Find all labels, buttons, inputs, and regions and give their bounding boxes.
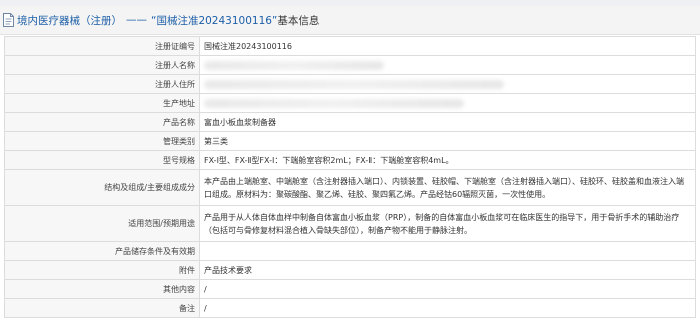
table-row: 产品储存条件及有效期 [4, 241, 696, 261]
table-row: 生产地址 [4, 93, 696, 113]
row-label-other: 其他内容 [4, 279, 200, 299]
row-label-registrant-address: 注册人住所 [4, 74, 200, 94]
table-row: 注册证编号 国械注准20243100116 [4, 36, 696, 56]
info-table: 注册证编号 国械注准20243100116 注册人名称 注册人住所 生产地址 产… [4, 36, 696, 318]
row-value-remarks: / [199, 298, 696, 318]
table-row: 附件 产品技术要求 [4, 260, 696, 280]
redacted-text [204, 79, 504, 89]
row-label-model-spec: 型号规格 [4, 150, 200, 170]
header-dash: —— [126, 14, 147, 26]
table-row: 产品名称 富血小板血浆制备器 [4, 112, 696, 132]
row-label-management-class: 管理类别 [4, 131, 200, 151]
row-value-registrant-address [199, 74, 696, 94]
row-label-remarks: 备注 [4, 298, 200, 318]
row-label-production-address: 生产地址 [4, 93, 200, 113]
table-row: 注册人住所 [4, 74, 696, 94]
table-row: 其他内容 / [4, 279, 696, 299]
row-value-production-address [199, 93, 696, 113]
row-label-structure: 结构及组成/主要组成成分 [4, 169, 200, 206]
document-icon [3, 13, 14, 27]
row-label-intended-use: 适用范围/预期用途 [4, 205, 200, 242]
table-row: 备注 / [4, 298, 696, 318]
row-value-product-name: 富血小板血浆制备器 [199, 112, 696, 132]
table-row: 注册人名称 [4, 55, 696, 75]
row-value-registration-number: 国械注准20243100116 [199, 36, 696, 56]
header-suffix: 基本信息 [277, 14, 320, 27]
table-row: 适用范围/预期用途 产品用于从人体自体血样中制备自体富血小板血浆（PRP），制备… [4, 205, 696, 242]
row-value-management-class: 第三类 [199, 131, 696, 151]
redacted-text [204, 98, 464, 108]
row-label-attachment: 附件 [4, 260, 200, 280]
row-label-product-name: 产品名称 [4, 112, 200, 132]
page-header: 境内医疗器械（注册） —— “国械注准20243100116” 基本信息 [0, 6, 700, 35]
row-label-registration-number: 注册证编号 [4, 36, 200, 56]
row-value-attachment: 产品技术要求 [199, 260, 696, 280]
header-category: 境内医疗器械（注册） [17, 14, 122, 27]
row-label-storage: 产品储存条件及有效期 [4, 241, 200, 261]
row-value-registrant-name [199, 55, 696, 75]
row-value-model-spec: FX-Ⅰ型、FX-Ⅱ型FX-Ⅰ：下端舱室容积2mL；FX-Ⅱ：下端舱室容积4mL… [199, 150, 696, 170]
redacted-text [204, 60, 384, 70]
row-label-registrant-name: 注册人名称 [4, 55, 200, 75]
bottom-fade [0, 318, 700, 327]
row-value-intended-use: 产品用于从人体自体血样中制备自体富血小板血浆（PRP），制备的自体富血小板血浆可… [199, 205, 696, 242]
table-row: 型号规格 FX-Ⅰ型、FX-Ⅱ型FX-Ⅰ：下端舱室容积2mL；FX-Ⅱ：下端舱室… [4, 150, 696, 170]
table-row: 管理类别 第三类 [4, 131, 696, 151]
table-row: 结构及组成/主要组成成分 本产品由上端舱室、中端舱室（含注射器插入端口）、内锁装… [4, 169, 696, 206]
row-value-structure: 本产品由上端舱室、中端舱室（含注射器插入端口）、内锁装置、硅胶帽、下端舱室（含注… [199, 169, 696, 206]
row-value-other: / [199, 279, 696, 299]
header-registration-title: “国械注准20243100116” [151, 14, 278, 27]
row-value-storage [199, 241, 696, 261]
